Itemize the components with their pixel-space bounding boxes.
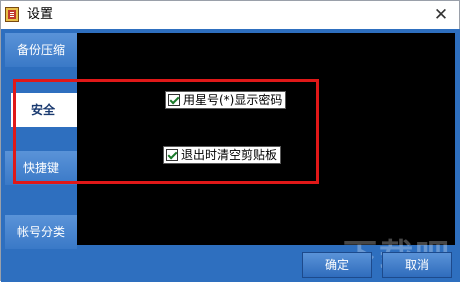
clear-clipboard-on-exit-option[interactable]: 退出时清空剪贴板 — [163, 146, 282, 164]
close-icon[interactable]: ✕ — [431, 5, 451, 25]
clear-clipboard-on-exit-checkbox[interactable] — [166, 149, 178, 161]
show-password-asterisk-label: 用星号(*)显示密码 — [183, 93, 283, 107]
sidebar-item-backup-compression[interactable]: 备份压缩 — [5, 33, 77, 67]
title-bar: 设置 ✕ — [1, 1, 459, 29]
sidebar-item-account-category[interactable]: 帐号分类 — [5, 215, 77, 249]
ok-button[interactable]: 确定 — [302, 252, 372, 278]
show-password-asterisk-checkbox[interactable] — [168, 94, 180, 106]
cancel-button[interactable]: 取消 — [382, 252, 452, 278]
sidebar: 备份压缩 安全 快捷键 帐号分类 — [1, 29, 109, 282]
clear-clipboard-on-exit-label: 退出时清空剪贴板 — [181, 148, 278, 162]
sidebar-item-hotkeys[interactable]: 快捷键 — [5, 151, 77, 185]
show-password-asterisk-option[interactable]: 用星号(*)显示密码 — [165, 91, 287, 109]
app-icon — [5, 7, 19, 22]
settings-window: 设置 ✕ 备份压缩 安全 快捷键 帐号分类 用星号(*)显示密码 退出时清空剪贴… — [0, 0, 460, 282]
settings-panel — [77, 33, 455, 245]
window-title: 设置 — [27, 7, 54, 22]
